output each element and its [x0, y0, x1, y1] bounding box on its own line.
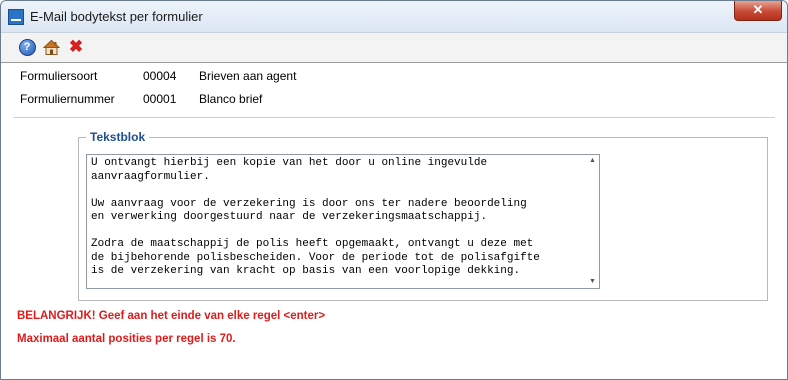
scroll-down-icon[interactable]: ▼ — [586, 276, 599, 288]
separator — [13, 117, 775, 118]
dialog-window: E-Mail bodytekst per formulier ✕ ? ✖ For… — [0, 0, 788, 380]
delete-icon: ✖ — [68, 37, 84, 56]
textarea-scrollbar[interactable]: ▲ ▼ — [586, 155, 599, 288]
formuliersoort-description: Brieven aan agent — [199, 69, 297, 83]
formuliernummer-label: Formuliernummer — [20, 92, 115, 106]
window-title: E-Mail bodytekst per formulier — [30, 9, 203, 24]
help-button[interactable]: ? — [18, 38, 36, 56]
formuliernummer-description: Blanco brief — [199, 92, 263, 106]
warning-max-positions: Maximaal aantal posities per regel is 70… — [17, 333, 236, 345]
main-content: Formuliersoort 00004 Brieven aan agent F… — [1, 63, 787, 379]
tekstblok-content[interactable]: U ontvangt hierbij een kopie van het doo… — [91, 157, 586, 279]
close-button[interactable]: ✕ — [734, 1, 782, 21]
app-icon — [8, 9, 24, 25]
toolbar: ? ✖ — [1, 33, 787, 63]
title-bar: E-Mail bodytekst per formulier ✕ — [1, 1, 787, 33]
formuliernummer-code: 00001 — [143, 92, 177, 106]
warning-enter: BELANGRIJK! Geef aan het einde van elke … — [17, 310, 326, 322]
home-button[interactable] — [42, 38, 60, 56]
help-icon: ? — [18, 38, 36, 56]
delete-button[interactable]: ✖ — [67, 38, 85, 56]
tekstblok-textarea[interactable]: U ontvangt hierbij een kopie van het doo… — [86, 154, 600, 289]
scroll-up-icon[interactable]: ▲ — [586, 155, 599, 167]
formuliersoort-code: 00004 — [143, 69, 177, 83]
tekstblok-legend: Tekstblok — [86, 130, 150, 144]
formuliersoort-label: Formuliersoort — [20, 69, 98, 83]
home-icon — [42, 39, 60, 55]
tekstblok-group: Tekstblok U ontvangt hierbij een kopie v… — [78, 130, 768, 301]
